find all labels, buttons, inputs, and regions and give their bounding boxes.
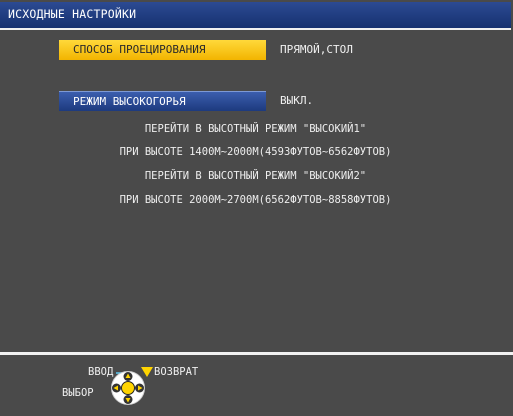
high-altitude-mode-button[interactable]: РЕЖИМ ВЫСОКОГОРЬЯ <box>59 91 266 111</box>
high-altitude-mode-value: ВЫКЛ. <box>280 94 314 107</box>
projector-osd-menu: ИСХОДНЫЕ НАСТРОЙКИ СПОСОБ ПРОЕЦИРОВАНИЯ … <box>0 0 513 416</box>
footer-help <box>0 355 513 416</box>
projection-method-value: ПРЯМОЙ,СТОЛ <box>280 43 353 56</box>
dpad-icon <box>111 371 145 405</box>
info-line-1: ПЕРЕЙТИ В ВЫСОТНЫЙ РЕЖИМ "ВЫСОКИЙ1" <box>144 123 367 135</box>
page-title: ИСХОДНЫЕ НАСТРОЙКИ <box>8 7 137 21</box>
info-line-2: ПРИ ВЫСОТЕ 1400М~2000М(4593ФУТОВ~6562ФУТ… <box>119 146 392 158</box>
select-hint-label: ВЫБОР <box>62 387 94 399</box>
title-bar: ИСХОДНЫЕ НАСТРОЙКИ <box>0 2 511 30</box>
info-line-4: ПРИ ВЫСОТЕ 2000М~2700М(6562ФУТОВ~8858ФУТ… <box>119 194 392 206</box>
return-hint-label: ВОЗВРАТ <box>154 366 199 378</box>
info-line-3: ПЕРЕЙТИ В ВЫСОТНЫЙ РЕЖИМ "ВЫСОКИЙ2" <box>144 170 367 182</box>
projection-method-button[interactable]: СПОСОБ ПРОЕЦИРОВАНИЯ <box>59 40 266 60</box>
